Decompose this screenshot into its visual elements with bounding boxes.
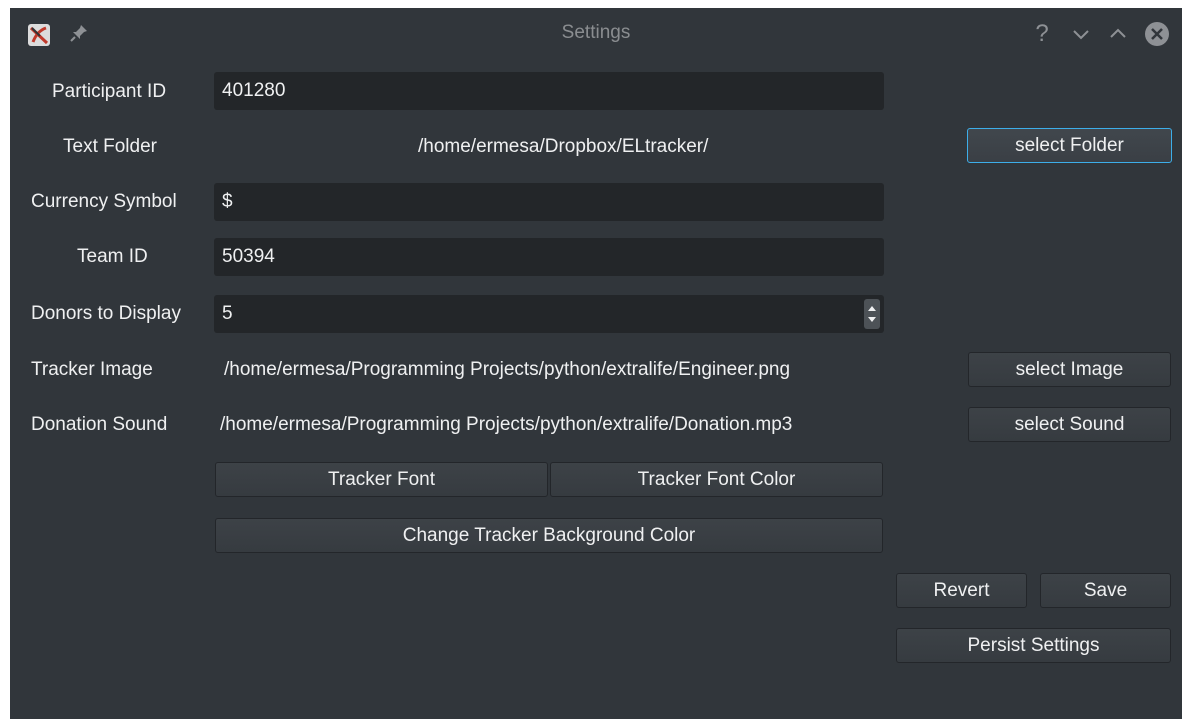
team-id-label: Team ID <box>77 246 148 267</box>
currency-symbol-input[interactable]: $ <box>214 183 884 221</box>
window-title: Settings <box>561 22 631 43</box>
tracker-font-button[interactable]: Tracker Font <box>215 462 548 497</box>
chevron-up-icon <box>1110 28 1126 38</box>
donation-sound-label: Donation Sound <box>31 414 168 435</box>
currency-symbol-label: Currency Symbol <box>31 191 177 212</box>
donors-to-display-value: 5 <box>222 303 233 324</box>
change-background-color-button[interactable]: Change Tracker Background Color <box>215 518 883 553</box>
close-icon <box>1145 22 1169 46</box>
donation-sound-path: /home/ermesa/Programming Projects/python… <box>220 414 793 435</box>
save-button[interactable]: Save <box>1040 573 1171 608</box>
donors-to-display-label: Donors to Display <box>31 303 181 324</box>
help-button[interactable]: ? <box>1028 20 1056 48</box>
revert-button[interactable]: Revert <box>896 573 1027 608</box>
title-bar: Settings ? <box>10 8 1182 58</box>
select-folder-button[interactable]: select Folder <box>967 128 1172 163</box>
chevron-down-icon <box>1073 30 1089 40</box>
text-folder-label: Text Folder <box>63 136 157 157</box>
select-sound-button[interactable]: select Sound <box>968 407 1171 442</box>
tracker-image-path: /home/ermesa/Programming Projects/python… <box>224 359 791 380</box>
select-image-button[interactable]: select Image <box>968 352 1171 387</box>
donors-to-display-spinbox[interactable]: 5 <box>214 295 884 333</box>
maximize-button[interactable] <box>1104 20 1132 48</box>
help-icon: ? <box>1035 20 1049 47</box>
spin-up-down-icon <box>868 306 876 322</box>
minimize-button[interactable] <box>1067 20 1095 48</box>
participant-id-label: Participant ID <box>52 81 167 102</box>
persist-settings-button[interactable]: Persist Settings <box>896 628 1171 663</box>
text-folder-path: /home/ermesa/Dropbox/ELtracker/ <box>418 136 709 157</box>
tracker-font-color-button[interactable]: Tracker Font Color <box>550 462 883 497</box>
participant-id-input[interactable]: 401280 <box>214 72 884 110</box>
spin-arrows[interactable] <box>864 299 880 329</box>
settings-window: Settings ? Participant ID 401280 Text Fo… <box>10 8 1182 719</box>
close-button[interactable] <box>1143 20 1171 48</box>
team-id-input[interactable]: 50394 <box>214 238 884 276</box>
tracker-image-label: Tracker Image <box>31 359 153 380</box>
